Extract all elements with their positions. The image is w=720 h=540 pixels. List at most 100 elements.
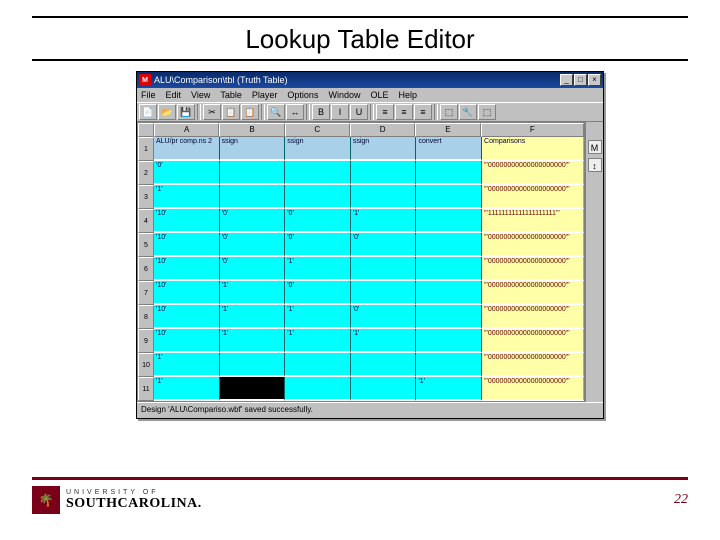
row-header[interactable]: 1 [138, 137, 154, 161]
cell[interactable]: '0' [220, 233, 286, 257]
table-row[interactable]: 9'10''1''1''1'"'00000000000000000000'" [138, 329, 584, 353]
window-titlebar[interactable]: M ALU\Comparison\tbl (Truth Table) _ □ × [137, 72, 603, 88]
cell[interactable]: '0' [285, 209, 351, 233]
cell[interactable] [220, 161, 286, 185]
cell[interactable]: "'00000000000000000000'" [482, 233, 584, 257]
cell[interactable]: "'00000000000000000000'" [482, 305, 584, 329]
row-header[interactable]: 4 [138, 209, 154, 233]
cell[interactable]: "'11111111111111111111'" [482, 209, 584, 233]
cell[interactable] [351, 257, 417, 281]
table-row[interactable]: 2'0'"'00000000000000000000'" [138, 161, 584, 185]
close-button[interactable]: × [588, 74, 601, 86]
cell[interactable]: '0' [285, 281, 351, 305]
cell[interactable]: '1' [285, 257, 351, 281]
cell[interactable] [220, 353, 286, 377]
cell[interactable]: '1' [416, 377, 482, 401]
cell[interactable] [416, 257, 482, 281]
menu-view[interactable]: View [191, 90, 210, 100]
row-header[interactable]: 10 [138, 353, 154, 377]
cell[interactable] [416, 209, 482, 233]
cell[interactable]: '10' [154, 233, 220, 257]
cell[interactable] [285, 161, 351, 185]
cell[interactable]: '1' [220, 281, 286, 305]
cell[interactable] [416, 329, 482, 353]
toolbar-button-20[interactable]: 🔧 [459, 104, 477, 120]
table-row[interactable]: 8'10''1''1''0'"'00000000000000000000'" [138, 305, 584, 329]
minimize-button[interactable]: _ [560, 74, 573, 86]
side-button-1[interactable]: ↕ [588, 158, 602, 172]
row-header[interactable]: 8 [138, 305, 154, 329]
cell[interactable]: '0' [285, 233, 351, 257]
toolbar-button-15[interactable]: ≡ [376, 104, 394, 120]
cell[interactable]: ssign [220, 137, 286, 161]
menu-help[interactable]: Help [398, 90, 417, 100]
cell[interactable]: '1' [351, 329, 417, 353]
col-header-B[interactable]: B [219, 123, 284, 137]
cell[interactable]: '1' [351, 209, 417, 233]
table-row[interactable]: 11'1''1'"'00000000000000000000'" [138, 377, 584, 401]
cell[interactable] [285, 353, 351, 377]
toolbar-button-1[interactable]: 📂 [158, 104, 176, 120]
truth-table-grid[interactable]: ABCDEF 1ALU/pr comp.ns 2ssignssignssignc… [137, 122, 585, 402]
cell[interactable] [351, 281, 417, 305]
toolbar-button-21[interactable]: ⬚ [478, 104, 496, 120]
cell[interactable] [416, 281, 482, 305]
cell[interactable]: '0' [220, 209, 286, 233]
cell[interactable] [351, 161, 417, 185]
cell[interactable] [416, 233, 482, 257]
menu-file[interactable]: File [141, 90, 156, 100]
menu-player[interactable]: Player [252, 90, 278, 100]
toolbar-button-4[interactable]: ✂ [203, 104, 221, 120]
row-header[interactable]: 7 [138, 281, 154, 305]
cell[interactable] [351, 353, 417, 377]
toolbar-button-19[interactable]: ⬚ [440, 104, 458, 120]
cell[interactable]: "'00000000000000000000'" [482, 377, 584, 401]
cell[interactable]: '10' [154, 209, 220, 233]
cell[interactable] [416, 353, 482, 377]
cell[interactable]: '1' [220, 305, 286, 329]
cell[interactable]: '1' [285, 329, 351, 353]
toolbar-button-13[interactable]: U [350, 104, 368, 120]
cell[interactable] [351, 185, 417, 209]
col-header-C[interactable]: C [285, 123, 350, 137]
cell[interactable]: '1' [154, 353, 220, 377]
cell[interactable] [285, 185, 351, 209]
cell[interactable]: '0' [220, 257, 286, 281]
menu-options[interactable]: Options [287, 90, 318, 100]
toolbar-button-11[interactable]: B [312, 104, 330, 120]
cell[interactable]: '1' [154, 377, 220, 401]
cell[interactable] [220, 377, 286, 401]
menu-edit[interactable]: Edit [166, 90, 182, 100]
row-header[interactable]: 11 [138, 377, 154, 401]
toolbar-button-8[interactable]: 🔍 [267, 104, 285, 120]
cell[interactable]: '1' [285, 305, 351, 329]
table-row[interactable]: 4'10''0''0''1'"'11111111111111111111'" [138, 209, 584, 233]
cell[interactable] [416, 185, 482, 209]
side-button-0[interactable]: M [588, 140, 602, 154]
menu-ole[interactable]: OLE [370, 90, 388, 100]
table-row[interactable]: 10'1'"'00000000000000000000'" [138, 353, 584, 377]
table-row[interactable]: 3'1'"'00000000000000000000'" [138, 185, 584, 209]
cell[interactable]: "'00000000000000000000'" [482, 185, 584, 209]
toolbar-button-12[interactable]: I [331, 104, 349, 120]
row-header[interactable]: 9 [138, 329, 154, 353]
table-row[interactable]: 1ALU/pr comp.ns 2ssignssignssignconvertC… [138, 137, 584, 161]
cell[interactable]: convert [416, 137, 482, 161]
cell[interactable] [416, 161, 482, 185]
toolbar-button-16[interactable]: ≡ [395, 104, 413, 120]
row-header[interactable]: 6 [138, 257, 154, 281]
toolbar-button-2[interactable]: 💾 [177, 104, 195, 120]
col-header-D[interactable]: D [350, 123, 415, 137]
cell[interactable]: Comparisons [482, 137, 584, 161]
cell[interactable]: '1' [220, 329, 286, 353]
row-header[interactable]: 5 [138, 233, 154, 257]
table-row[interactable]: 5'10''0''0''0'"'00000000000000000000'" [138, 233, 584, 257]
col-header-row[interactable] [138, 123, 154, 137]
cell[interactable]: "'00000000000000000000'" [482, 329, 584, 353]
toolbar-button-9[interactable]: ↔ [286, 104, 304, 120]
cell[interactable]: '1' [154, 185, 220, 209]
cell[interactable]: ALU/pr comp.ns 2 [154, 137, 220, 161]
cell[interactable]: '0' [351, 305, 417, 329]
cell[interactable]: "'00000000000000000000'" [482, 257, 584, 281]
cell[interactable]: "'00000000000000000000'" [482, 161, 584, 185]
